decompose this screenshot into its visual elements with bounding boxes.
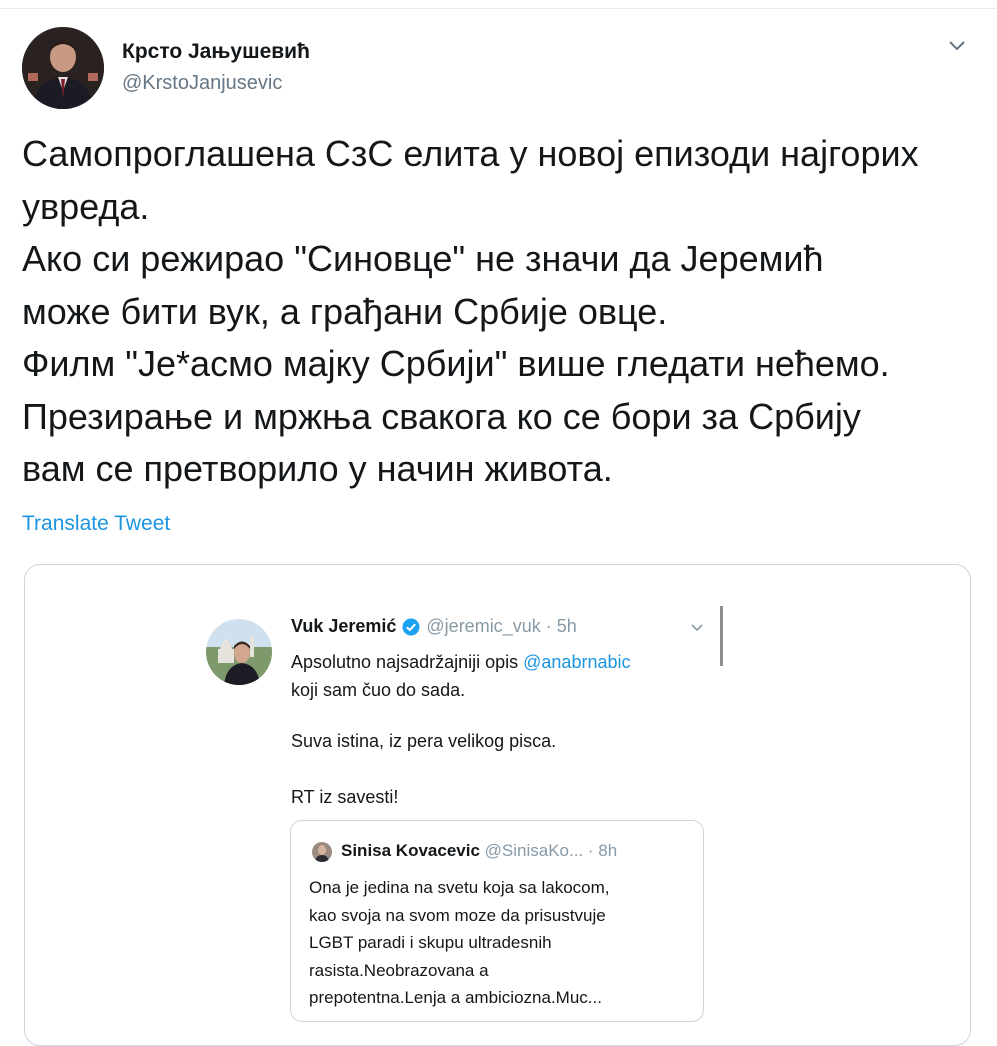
embedded-text-line: Apsolutno najsadržajniji opis @anabrnabi… bbox=[291, 648, 721, 676]
embedded-text: Apsolutno najsadržajniji opis bbox=[291, 652, 524, 672]
quoted-text-line: rasista.Neobrazovana a bbox=[309, 960, 489, 980]
tweet-text-line: увреда. bbox=[22, 185, 150, 227]
embedded-author-name[interactable]: Vuk Jeremić bbox=[291, 616, 396, 637]
divider bbox=[0, 8, 997, 9]
author-avatar[interactable] bbox=[22, 27, 104, 109]
author-handle[interactable]: @KrstoJanjusevic bbox=[122, 72, 282, 95]
tweet-text-line: Филм "Је*асмо мајку Србији" више гледати… bbox=[22, 343, 890, 384]
tweet-text-line: Презирање и мржња свакога ко се бори за … bbox=[22, 395, 861, 437]
tweet-text-line: Самопроглашена СзС елита у новој епизоди… bbox=[22, 133, 919, 174]
quoted-author-avatar[interactable] bbox=[312, 842, 332, 862]
quoted-text-line: Ona je jedina na svetu koja sa lakocom, bbox=[309, 878, 610, 897]
tweet-text-line: вам се претворило у начин живота. bbox=[22, 448, 613, 489]
quoted-author-name[interactable]: Sinisa Kovacevic bbox=[341, 841, 480, 860]
embedded-text-line: koji sam čuo do sada. bbox=[291, 680, 466, 700]
quoted-handle-time[interactable]: @SinisaKo... · 8h bbox=[485, 841, 618, 860]
mention-link[interactable]: @anabrnabic bbox=[523, 652, 630, 672]
tweet: Крсто Јањушевић @KrstoJanjusevic Самопро… bbox=[0, 0, 997, 1046]
embedded-paragraph: Suva istina, iz pera velikog pisca. bbox=[291, 731, 557, 751]
quoted-text-line: LGBT paradi i skupu ultradesnih bbox=[309, 933, 552, 952]
tweet-text-line: може бити вук, а грађани Србије овце. bbox=[22, 290, 668, 332]
embedded-handle-time[interactable]: @jeremic_vuk · 5h bbox=[426, 616, 576, 637]
tweet-text: Самопроглашена СзС елита у новој епизоди… bbox=[22, 128, 982, 496]
quoted-tweet-header: Sinisa Kovacevic @SinisaKo... · 8h bbox=[341, 841, 617, 861]
embedded-paragraph: RT iz savesti! bbox=[291, 787, 399, 807]
chevron-down-icon[interactable] bbox=[688, 620, 706, 634]
quoted-text-line: kao svoja na svom moze da prisustvuje bbox=[309, 905, 606, 925]
embedded-author-avatar[interactable] bbox=[206, 619, 272, 685]
chevron-down-icon[interactable] bbox=[944, 36, 970, 56]
verified-badge-icon bbox=[402, 618, 420, 636]
embedded-tweet-text: Apsolutno najsadržajniji opis @anabrnabi… bbox=[291, 648, 721, 704]
embedded-tweet-header: Vuk Jeremić @jeremic_vuk · 5h bbox=[291, 616, 577, 637]
quoted-tweet-text: Ona je jedina na svetu koja sa lakocom, … bbox=[309, 874, 699, 1012]
translate-tweet-link[interactable]: Translate Tweet bbox=[22, 512, 170, 536]
quoted-text-line: prepotentna.Lenja a ambiciozna.Muc... bbox=[309, 988, 602, 1007]
tweet-text-line: Ако си режирао "Синовце" не значи да Јер… bbox=[22, 238, 824, 279]
author-name[interactable]: Крсто Јањушевић bbox=[122, 40, 310, 64]
